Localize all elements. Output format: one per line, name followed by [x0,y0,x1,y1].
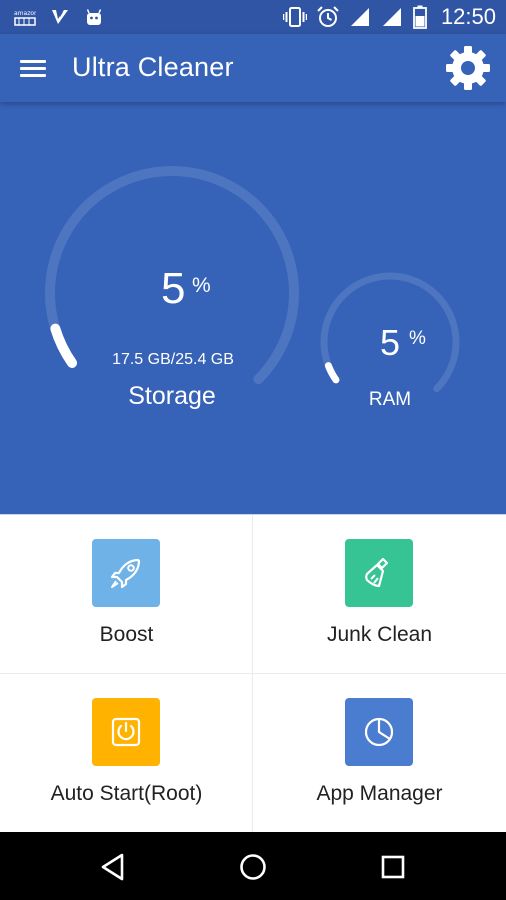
recents-square-icon[interactable] [376,850,410,884]
checkmark-notification-icon [52,10,68,24]
gauge-panel: 5 % 17.5 GB/25.4 GB Storage 5 % RAM [0,102,506,514]
notification-icons: amazon [14,6,104,28]
home-circle-icon[interactable] [236,850,270,884]
app-bar: Ultra Cleaner [0,34,506,102]
status-bar: amazon 12:50 [0,0,506,34]
ram-label: RAM [368,389,412,410]
storage-percent-value: 5 [161,264,186,313]
clock: 12:50 [440,4,496,29]
vibrate-icon [282,7,307,27]
broom-icon [365,557,389,588]
junk-clean-tile [345,539,413,607]
junk-clean-label: Junk Clean [326,623,433,646]
rocket-icon [110,558,141,589]
auto-start-label: Auto Start(Root) [50,782,203,805]
storage-gauge-fill [50,323,78,368]
svg-text:amazon: amazon [14,10,36,17]
pie-chart-icon [364,717,394,747]
hamburger-menu-icon[interactable] [16,54,50,82]
boost-tile [92,539,160,607]
app-manager-button[interactable]: App Manager [253,674,506,833]
boost-label: Boost [99,623,154,646]
auto-start-button[interactable]: Auto Start(Root) [0,674,253,833]
signal-icon [382,8,401,26]
ram-percent-value: 5 [380,322,401,363]
gear-icon[interactable] [444,44,492,92]
app-manager-label: App Manager [316,782,443,805]
gauge-graphics [45,166,460,393]
ram-gauge-fill [324,362,340,384]
storage-detail: 17.5 GB/25.4 GB [112,351,234,368]
storage-label: Storage [128,382,216,410]
alarm-icon [317,6,339,27]
amazon-icon: amazon [14,10,36,26]
auto-start-tile [92,698,160,766]
storage-percent-sign: % [192,274,211,297]
junk-clean-button[interactable]: Junk Clean [253,515,506,674]
tool-grid: Boost Junk Clean Auto Start(Root) App Ma… [0,514,506,833]
boost-button[interactable]: Boost [0,515,253,674]
system-icons: 12:50 [282,4,496,30]
app-manager-tile [345,698,413,766]
power-icon [111,717,141,747]
android-icon [86,9,102,25]
navigation-bar [0,832,506,900]
ram-percent-sign: % [409,328,426,349]
signal-icon [350,8,369,26]
app-title: Ultra Cleaner [72,52,234,82]
battery-icon [413,5,427,29]
back-triangle-icon[interactable] [96,850,130,884]
